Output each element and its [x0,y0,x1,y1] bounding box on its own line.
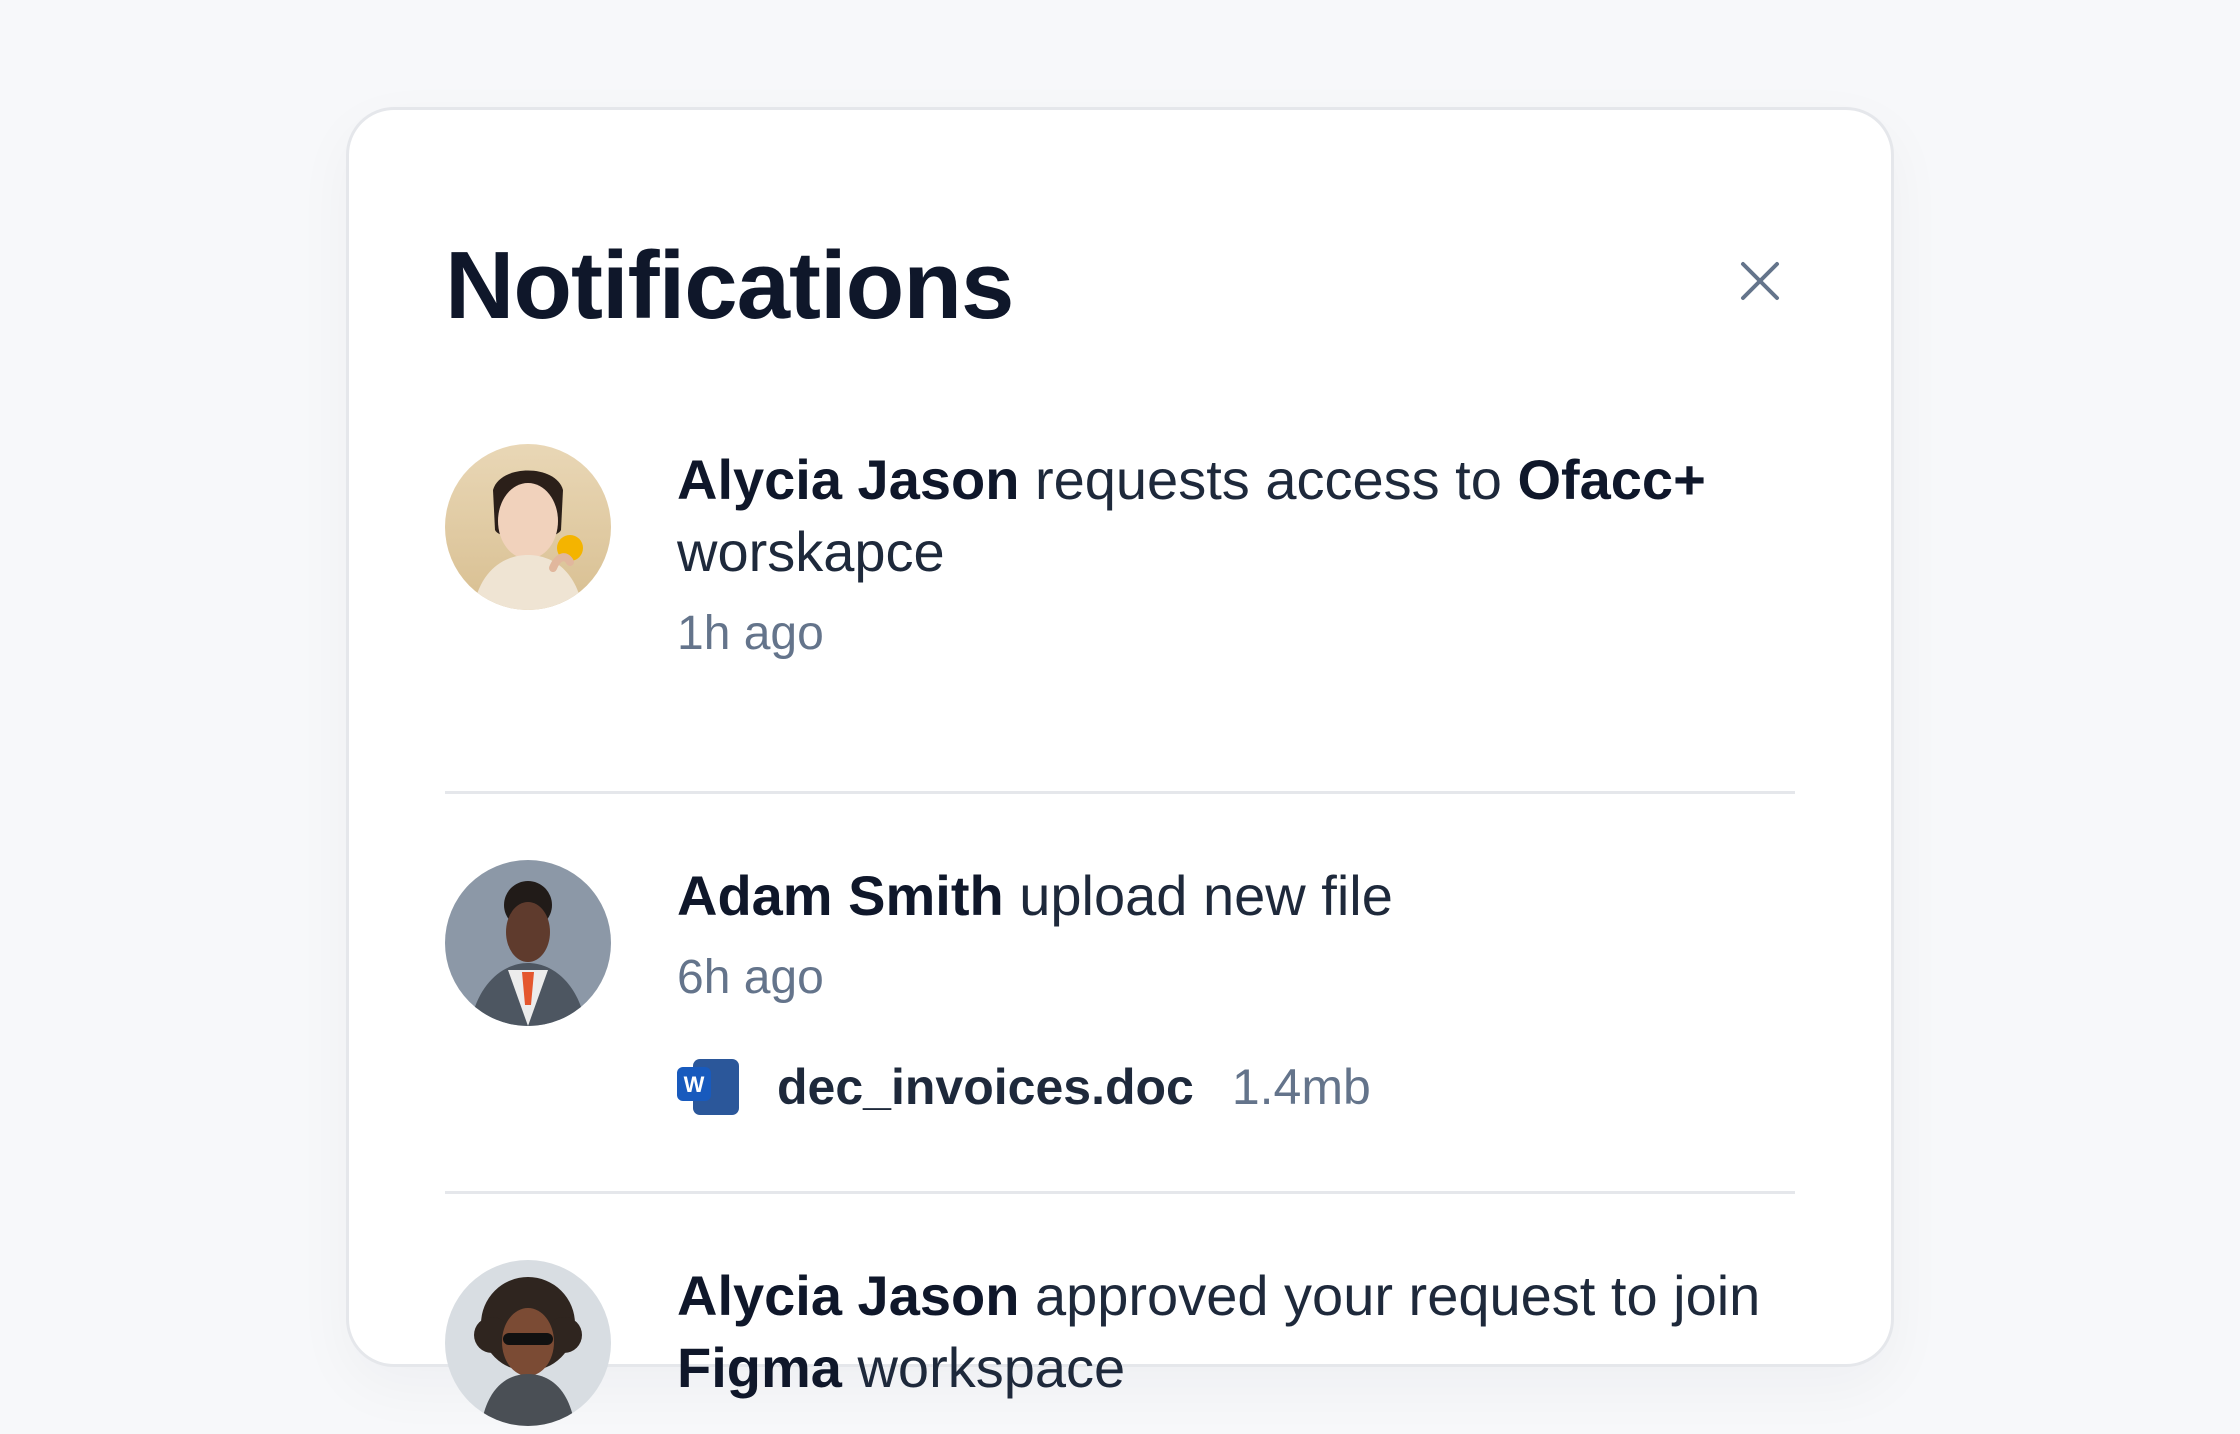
notification-message: Alycia Jason approved your request to jo… [677,1260,1795,1404]
action-text: requests access to [1034,448,1502,511]
suffix-text: worskapce [677,520,945,583]
actor-name[interactable]: Alycia Jason [677,1264,1019,1327]
svg-text:W: W [684,1072,705,1097]
suffix-text: workspace [857,1336,1126,1399]
avatar[interactable] [445,860,611,1026]
avatar-man-icon [445,860,611,1026]
notification-item[interactable]: Adam Smith upload new file 6h ago W dec_… [445,794,1795,1194]
target-name[interactable]: Ofacc+ [1517,448,1705,511]
actor-name[interactable]: Alycia Jason [677,448,1019,511]
notification-message: Alycia Jason requests access to Ofacc+ w… [677,444,1795,588]
notification-content: Alycia Jason approved your request to jo… [677,1260,1795,1404]
file-name[interactable]: dec_invoices.doc [777,1058,1194,1116]
avatar-woman-icon [445,444,611,610]
notification-item[interactable]: Alycia Jason requests access to Ofacc+ w… [445,444,1795,794]
action-text: upload new file [1019,864,1393,927]
close-button[interactable] [1725,246,1795,316]
notification-content: Alycia Jason requests access to Ofacc+ w… [677,444,1795,666]
notification-time: 1h ago [677,607,824,660]
avatar[interactable] [445,1260,611,1426]
word-doc-icon: W [677,1059,739,1115]
target-name[interactable]: Figma [677,1336,842,1399]
file-size: 1.4mb [1231,1059,1371,1115]
panel-header: Notifications [445,210,1795,350]
notification-message: Adam Smith upload new file [677,860,1795,932]
notifications-panel: Notifications Alycia Jason requests acce… [346,107,1894,1426]
notification-content: Adam Smith upload new file 6h ago W dec_… [677,860,1795,1116]
close-icon [1741,262,1779,300]
notification-list: Alycia Jason requests access to Ofacc+ w… [445,444,1795,1434]
actor-name[interactable]: Adam Smith [677,864,1004,927]
panel-title: Notifications [445,232,1014,339]
notification-item[interactable]: Alycia Jason approved your request to jo… [445,1194,1795,1434]
avatar-curly-hair-icon [445,1260,611,1426]
notification-time: 6h ago [677,951,824,1004]
file-attachment[interactable]: W dec_invoices.doc 1.4mb [677,1058,1795,1116]
avatar[interactable] [445,444,611,610]
action-text: approved your request to join [1034,1264,1761,1327]
